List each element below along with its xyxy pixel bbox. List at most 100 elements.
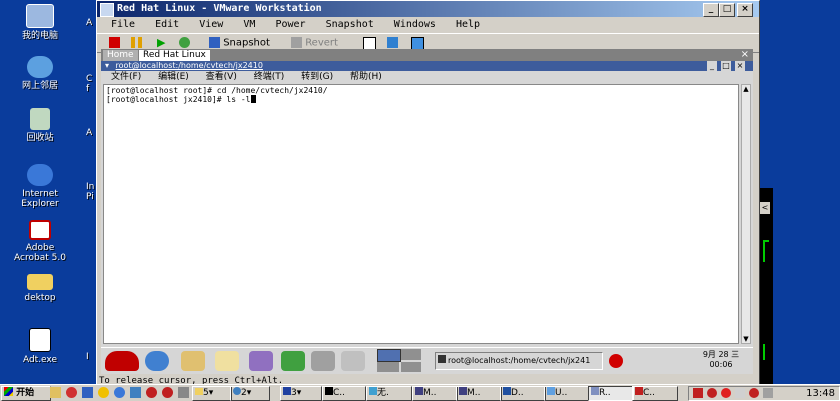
desktop-icon-adt[interactable]: Adt.exe: [0, 328, 80, 365]
taskbar-item-u[interactable]: U..: [544, 386, 590, 401]
terminal-title-bar[interactable]: ▾ root@localhost:/home/cvtech/jx2410 _ □…: [101, 61, 753, 71]
terminal-close-button[interactable]: ×: [735, 61, 745, 71]
view-button[interactable]: [363, 37, 376, 50]
taskbar-item-m1[interactable]: M..: [412, 386, 458, 401]
taskbar-terminal-button[interactable]: root@localhost:/home/cvtech/jx241: [435, 352, 603, 370]
desktop-icon-acrobat[interactable]: Adobe Acrobat 5.0: [0, 220, 80, 263]
close-tab-icon[interactable]: ×: [741, 49, 749, 61]
terminal-minimize-button[interactable]: _: [707, 61, 717, 71]
menu-edit[interactable]: Edit: [155, 19, 179, 30]
quicklaunch-icon[interactable]: [178, 387, 189, 398]
menu-snapshot[interactable]: Snapshot: [326, 19, 374, 30]
tray-icon[interactable]: [749, 388, 759, 398]
tab-red-hat-linux[interactable]: Red Hat Linux: [139, 50, 210, 61]
desktop-icon-dektop[interactable]: dektop: [0, 274, 80, 303]
red-hat-menu-icon[interactable]: [105, 351, 139, 371]
quick-switch-button[interactable]: [411, 37, 424, 50]
terminal-menu-icon[interactable]: ▾: [101, 61, 113, 71]
printer-icon[interactable]: [341, 351, 365, 371]
quicklaunch-icon[interactable]: [98, 387, 109, 398]
terminal-menu-edit[interactable]: 编辑(E): [158, 72, 189, 82]
workspace-4[interactable]: [401, 362, 421, 372]
snapshot-button[interactable]: Snapshot: [209, 37, 270, 49]
vmware-title-bar[interactable]: Red Hat Linux - VMware Workstation _ □ ×: [97, 1, 759, 17]
terminal-menu-go[interactable]: 转到(G): [301, 72, 333, 82]
tab-home[interactable]: Home: [103, 50, 138, 61]
start-label: 开始: [16, 388, 35, 398]
maximize-button[interactable]: □: [719, 3, 735, 17]
power-on-button[interactable]: ▶: [157, 37, 165, 49]
terminal-menu-help[interactable]: 帮助(H): [350, 72, 382, 82]
close-button[interactable]: ×: [737, 3, 753, 17]
desktop-icon-recycle-bin[interactable]: 回收站: [0, 108, 80, 143]
tray-icon[interactable]: [693, 388, 703, 398]
quicklaunch-icon[interactable]: [162, 387, 173, 398]
workspace-1[interactable]: [377, 349, 401, 362]
taskbar-group-folders[interactable]: 5▾: [192, 386, 232, 401]
suspend-button[interactable]: [131, 37, 142, 49]
workspace-switcher[interactable]: [377, 349, 423, 373]
menu-power[interactable]: Power: [275, 19, 305, 30]
app-icon: [459, 387, 467, 395]
menu-vm[interactable]: VM: [243, 19, 255, 30]
print-manager-icon[interactable]: [311, 351, 335, 371]
guest-screen[interactable]: ▾ root@localhost:/home/cvtech/jx2410 _ □…: [101, 61, 753, 374]
terminal-output[interactable]: [root@localhost root]# cd /home/cvtech/j…: [103, 84, 739, 344]
menu-file[interactable]: File: [111, 19, 135, 30]
reset-button[interactable]: [179, 37, 190, 49]
power-off-button[interactable]: [109, 37, 120, 49]
taskbar-group-2[interactable]: 2▾: [230, 386, 270, 401]
desktop-icon-network[interactable]: 网上邻居: [0, 56, 80, 91]
tray-icon[interactable]: [735, 388, 745, 398]
workspace-3[interactable]: [377, 362, 399, 372]
quicklaunch-icon[interactable]: [66, 387, 77, 398]
writer-icon[interactable]: [215, 351, 239, 371]
quicklaunch-icon[interactable]: [114, 387, 125, 398]
taskbar-item-c[interactable]: C..: [322, 386, 366, 401]
browser-globe-icon[interactable]: [145, 351, 169, 371]
workspace-2[interactable]: [401, 349, 421, 360]
scroll-left-button[interactable]: <: [760, 202, 770, 214]
menu-view[interactable]: View: [199, 19, 223, 30]
vmware-app-icon: [100, 3, 114, 17]
play-icon: ▶: [157, 36, 166, 49]
internet-explorer-icon: [27, 164, 53, 186]
terminal-scrollbar[interactable]: ▲ ▼: [741, 84, 751, 344]
quicklaunch-icon[interactable]: [50, 387, 61, 398]
revert-button[interactable]: Revert: [291, 37, 338, 49]
taskbar-item-wu[interactable]: 无.: [366, 386, 412, 401]
taskbar-item-d[interactable]: D..: [500, 386, 546, 401]
email-icon[interactable]: [181, 351, 205, 371]
start-button[interactable]: 开始: [1, 386, 51, 401]
tray-icon[interactable]: [721, 388, 731, 398]
scroll-up-arrow-icon[interactable]: ▲: [742, 85, 750, 93]
quicklaunch-icon[interactable]: [130, 387, 141, 398]
scroll-down-arrow-icon[interactable]: ▼: [742, 335, 750, 343]
terminal-menu-view[interactable]: 查看(V): [206, 72, 237, 82]
quicklaunch-icon[interactable]: [82, 387, 93, 398]
taskbar-item-m2[interactable]: M..: [456, 386, 502, 401]
minimize-button[interactable]: _: [703, 3, 719, 17]
menu-windows[interactable]: Windows: [394, 19, 436, 30]
desktop-icon-my-computer[interactable]: 我的电脑: [0, 4, 80, 41]
terminal-menu-terminal[interactable]: 终端(T): [254, 72, 285, 82]
quicklaunch-icon[interactable]: [146, 387, 157, 398]
tray-icon[interactable]: [707, 388, 717, 398]
alert-icon[interactable]: [609, 354, 623, 368]
taskbar-item-vmware-active[interactable]: R..: [588, 386, 634, 401]
impress-icon[interactable]: [249, 351, 273, 371]
panel-clock[interactable]: 9月 28 三 00:06: [691, 350, 751, 372]
tray-clock[interactable]: 13:48: [806, 387, 835, 400]
taskbar-item-c2[interactable]: C..: [632, 386, 678, 401]
text-cursor: [250, 95, 256, 103]
menu-help[interactable]: Help: [456, 19, 480, 30]
desktop-label-fragment: f: [86, 84, 90, 94]
terminal-menu-file[interactable]: 文件(F): [111, 72, 141, 82]
desktop-icon-ie[interactable]: Internet Explorer: [0, 164, 80, 209]
tray-icon[interactable]: [763, 388, 773, 398]
desktop-icon-label: Adt.exe: [22, 355, 58, 365]
taskbar-group-word[interactable]: 3▾: [280, 386, 322, 401]
terminal-maximize-button[interactable]: □: [721, 61, 731, 71]
calc-icon[interactable]: [281, 351, 305, 371]
fullscreen-button[interactable]: [387, 37, 398, 49]
